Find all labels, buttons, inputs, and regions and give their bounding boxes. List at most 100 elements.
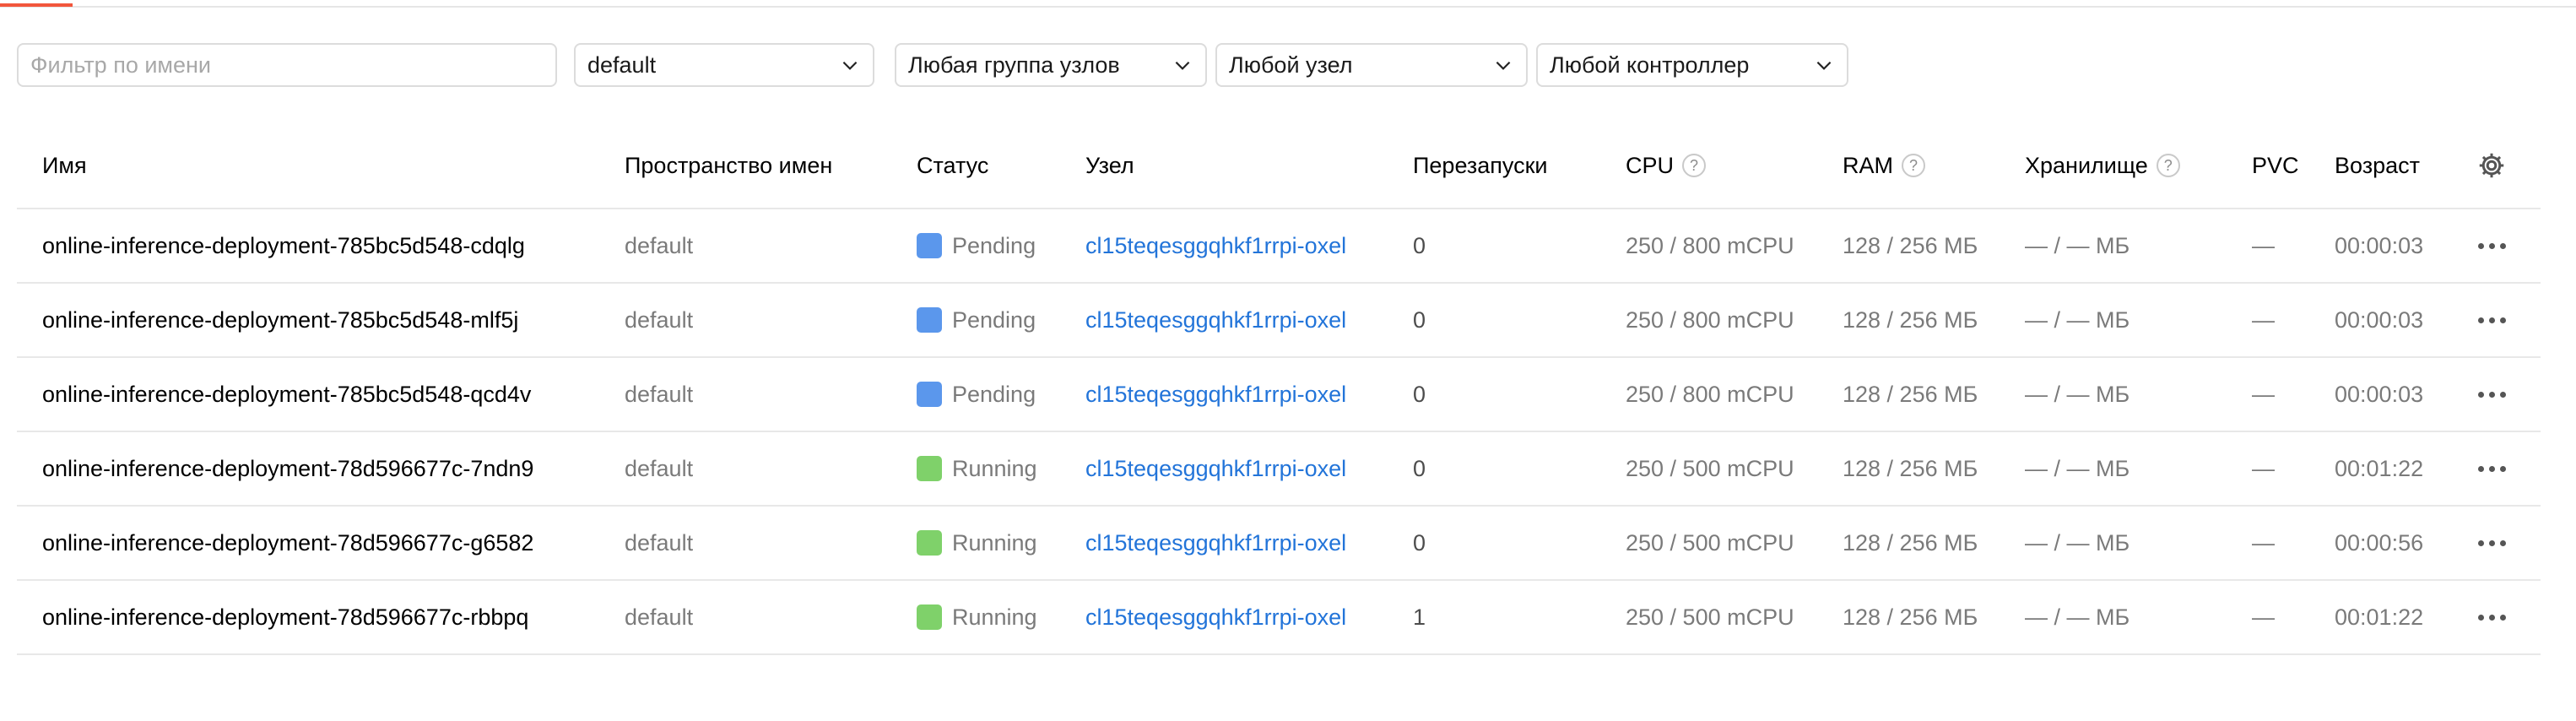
namespace-select[interactable]: default [574, 43, 874, 87]
status-indicator [917, 604, 942, 630]
pod-age: 00:00:03 [2335, 306, 2424, 333]
pod-name[interactable]: online-inference-deployment-78d596677c-g… [42, 507, 533, 579]
pod-age: 00:01:22 [2335, 455, 2424, 481]
pod-name[interactable]: online-inference-deployment-785bc5d548-c… [42, 209, 525, 282]
pod-restarts: 1 [1413, 604, 1426, 630]
status-label: Pending [952, 306, 1036, 333]
pod-pvc: — [2252, 232, 2275, 258]
pod-storage: — / — МБ [2025, 306, 2130, 333]
node-link[interactable]: cl15teqesggqhkf1rrpi-oxel [1085, 432, 1346, 505]
pod-pvc: — [2252, 381, 2275, 407]
column-header-cpu[interactable]: CPU ? [1626, 123, 1707, 208]
help-icon[interactable]: ? [1902, 154, 1925, 177]
gear-icon[interactable] [2476, 150, 2507, 181]
more-actions-icon[interactable] [2473, 358, 2510, 431]
node-select-value: Любой узел [1229, 52, 1353, 78]
pod-name[interactable]: online-inference-deployment-78d596677c-r… [42, 581, 528, 653]
status-label: Pending [952, 381, 1036, 407]
more-actions-icon[interactable] [2473, 284, 2510, 356]
pod-ram: 128 / 256 МБ [1843, 604, 1978, 630]
table-row[interactable]: online-inference-deployment-785bc5d548-c… [17, 209, 2541, 284]
column-header-status[interactable]: Статус [917, 123, 988, 208]
node-link[interactable]: cl15teqesggqhkf1rrpi-oxel [1085, 358, 1346, 431]
controller-select-value: Любой контроллер [1550, 52, 1750, 78]
pod-ram: 128 / 256 МБ [1843, 455, 1978, 481]
pod-cpu: 250 / 500 mCPU [1626, 455, 1794, 481]
help-icon[interactable]: ? [2156, 154, 2180, 177]
status-label: Running [952, 529, 1037, 556]
tabs-divider [0, 6, 2576, 8]
pod-namespace: default [625, 306, 694, 333]
column-header-ram[interactable]: RAM ? [1843, 123, 1925, 208]
table-header: Имя Пространство имен Статус Узел Переза… [17, 123, 2541, 209]
node-group-select-value: Любая группа узлов [908, 52, 1120, 78]
pod-pvc: — [2252, 529, 2275, 556]
column-header-age[interactable]: Возраст [2335, 123, 2420, 208]
more-actions-icon[interactable] [2473, 209, 2510, 282]
pod-storage: — / — МБ [2025, 529, 2130, 556]
more-actions-icon[interactable] [2473, 581, 2510, 653]
pod-ram: 128 / 256 МБ [1843, 381, 1978, 407]
pod-status: Running [917, 507, 1037, 579]
node-link[interactable]: cl15teqesggqhkf1rrpi-oxel [1085, 507, 1346, 579]
status-indicator [917, 456, 942, 481]
chevron-down-icon [1816, 61, 1832, 70]
pod-namespace: default [625, 529, 694, 556]
pod-ram: 128 / 256 МБ [1843, 529, 1978, 556]
pod-name[interactable]: online-inference-deployment-785bc5d548-m… [42, 284, 518, 356]
node-link[interactable]: cl15teqesggqhkf1rrpi-oxel [1085, 284, 1346, 356]
pod-storage: — / — МБ [2025, 604, 2130, 630]
pod-cpu: 250 / 800 mCPU [1626, 306, 1794, 333]
node-link[interactable]: cl15teqesggqhkf1rrpi-oxel [1085, 209, 1346, 282]
table-row[interactable]: online-inference-deployment-78d596677c-r… [17, 581, 2541, 655]
table-row[interactable]: online-inference-deployment-78d596677c-7… [17, 432, 2541, 507]
chevron-down-icon [1175, 61, 1190, 70]
node-select[interactable]: Любой узел [1215, 43, 1528, 87]
pod-status: Pending [917, 284, 1036, 356]
pod-status: Pending [917, 358, 1036, 431]
table-row[interactable]: online-inference-deployment-78d596677c-g… [17, 507, 2541, 581]
pod-age: 00:01:22 [2335, 604, 2424, 630]
pod-age: 00:00:03 [2335, 232, 2424, 258]
table-row[interactable]: online-inference-deployment-785bc5d548-q… [17, 358, 2541, 432]
pod-cpu: 250 / 800 mCPU [1626, 381, 1794, 407]
pod-namespace: default [625, 232, 694, 258]
chevron-down-icon [842, 61, 858, 70]
pod-restarts: 0 [1413, 306, 1426, 333]
pod-pvc: — [2252, 306, 2275, 333]
table-body: online-inference-deployment-785bc5d548-c… [17, 209, 2541, 655]
pod-pvc: — [2252, 455, 2275, 481]
pod-name[interactable]: online-inference-deployment-78d596677c-7… [42, 432, 533, 505]
help-icon[interactable]: ? [1682, 154, 1707, 177]
pod-status: Pending [917, 209, 1036, 282]
more-actions-icon[interactable] [2473, 507, 2510, 579]
pod-storage: — / — МБ [2025, 455, 2130, 481]
column-header-namespace[interactable]: Пространство имен [625, 123, 832, 208]
status-label: Running [952, 604, 1037, 630]
column-header-restarts[interactable]: Перезапуски [1413, 123, 1547, 208]
pod-pvc: — [2252, 604, 2275, 630]
table-row[interactable]: online-inference-deployment-785bc5d548-m… [17, 284, 2541, 358]
status-label: Pending [952, 232, 1036, 258]
column-header-name[interactable]: Имя [42, 123, 87, 208]
name-filter-input[interactable] [17, 43, 557, 87]
column-header-node[interactable]: Узел [1085, 123, 1134, 208]
column-header-storage[interactable]: Хранилище ? [2025, 123, 2180, 208]
controller-select[interactable]: Любой контроллер [1536, 43, 1848, 87]
status-indicator [917, 307, 942, 333]
node-link[interactable]: cl15teqesggqhkf1rrpi-oxel [1085, 581, 1346, 653]
pod-namespace: default [625, 455, 694, 481]
chevron-down-icon [1496, 61, 1511, 70]
status-label: Running [952, 455, 1037, 481]
pod-name[interactable]: online-inference-deployment-785bc5d548-q… [42, 358, 531, 431]
pod-status: Running [917, 581, 1037, 653]
more-actions-icon[interactable] [2473, 432, 2510, 505]
pod-restarts: 0 [1413, 529, 1426, 556]
node-group-select[interactable]: Любая группа узлов [895, 43, 1207, 87]
pods-table: Имя Пространство имен Статус Узел Переза… [17, 123, 2541, 655]
pod-namespace: default [625, 604, 694, 630]
pod-restarts: 0 [1413, 232, 1426, 258]
pod-storage: — / — МБ [2025, 232, 2130, 258]
active-tab-indicator [0, 3, 73, 7]
column-header-pvc[interactable]: PVC [2252, 123, 2299, 208]
